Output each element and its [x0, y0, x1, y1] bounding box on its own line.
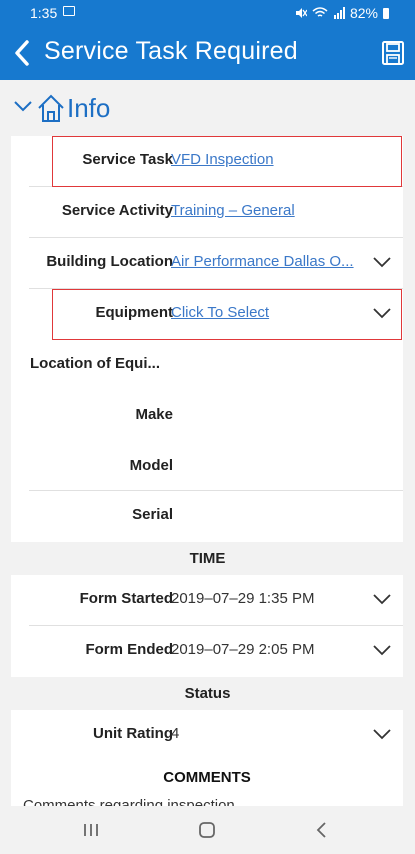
- chevron-down-icon[interactable]: [373, 644, 391, 656]
- section-title: Info: [67, 93, 111, 123]
- unit-rating-row[interactable]: Unit Rating 4: [29, 710, 403, 761]
- battery-icon: [383, 7, 389, 19]
- home-icon: [38, 94, 64, 122]
- serial-label: Serial: [132, 506, 173, 523]
- chevron-down-icon[interactable]: [373, 728, 391, 740]
- form-started-value[interactable]: 2019–07–29 1:35 PM: [171, 590, 314, 607]
- location-of-equipment-label: Location of Equi...: [30, 355, 160, 372]
- time-card: Form Started 2019–07–29 1:35 PM Form End…: [11, 575, 403, 677]
- form-ended-value[interactable]: 2019–07–29 2:05 PM: [171, 641, 314, 658]
- building-location-link[interactable]: Air Performance Dallas O...: [171, 253, 354, 270]
- time-section-header: TIME: [189, 550, 226, 567]
- status-bar: 1:35 82%: [0, 0, 415, 26]
- service-task-highlight: [52, 136, 402, 187]
- service-activity-label: Service Activity: [61, 202, 173, 219]
- comments-input[interactable]: Comments regarding inspection: [23, 797, 235, 806]
- back-arrow-icon[interactable]: [11, 38, 33, 68]
- unit-rating-label: Unit Rating: [93, 725, 173, 742]
- battery-percent: 82%: [349, 5, 378, 21]
- service-activity-link[interactable]: Training – General: [171, 202, 295, 219]
- back-nav-icon[interactable]: [315, 820, 329, 840]
- form-started-row[interactable]: Form Started 2019–07–29 1:35 PM: [29, 575, 403, 626]
- app-bar: Service Task Required: [0, 26, 415, 80]
- chevron-down-icon[interactable]: [373, 593, 391, 605]
- page-title: Service Task Required: [44, 37, 298, 65]
- serial-row[interactable]: Serial: [29, 491, 403, 542]
- signal-icon: [333, 7, 345, 19]
- form-ended-label: Form Ended: [85, 641, 173, 658]
- home-button-icon[interactable]: [197, 820, 217, 840]
- chevron-down-icon[interactable]: [373, 256, 391, 268]
- model-label: Model: [129, 457, 173, 474]
- form-ended-row[interactable]: Form Ended 2019–07–29 2:05 PM: [29, 626, 403, 677]
- save-icon[interactable]: [381, 40, 405, 66]
- mute-icon: [295, 8, 307, 18]
- recent-apps-icon[interactable]: [83, 820, 99, 840]
- equipment-highlight: [52, 289, 402, 340]
- make-label: Make: [135, 406, 173, 423]
- model-row[interactable]: Model: [29, 442, 403, 493]
- status-time: 1:35: [30, 5, 58, 21]
- unit-rating-value[interactable]: 4: [171, 725, 179, 742]
- service-activity-row[interactable]: Service Activity Training – General: [29, 187, 403, 238]
- image-icon: [63, 6, 75, 16]
- make-row[interactable]: Make: [29, 391, 403, 442]
- status-card: Unit Rating 4 COMMENTS Comments regardin…: [11, 710, 403, 806]
- chevron-down-icon: [14, 101, 32, 112]
- system-nav-bar: [0, 806, 415, 854]
- form-started-label: Form Started: [79, 590, 173, 607]
- wifi-icon: [312, 7, 328, 17]
- status-section-header: Status: [184, 685, 231, 702]
- status-icons: 82%: [295, 5, 389, 21]
- building-location-label: Building Location: [46, 253, 173, 270]
- location-of-equipment-row[interactable]: Location of Equi...: [29, 340, 403, 391]
- info-section-header[interactable]: Info: [0, 84, 415, 130]
- comments-section-header: COMMENTS: [163, 769, 251, 786]
- building-location-row[interactable]: Building Location Air Performance Dallas…: [29, 238, 403, 289]
